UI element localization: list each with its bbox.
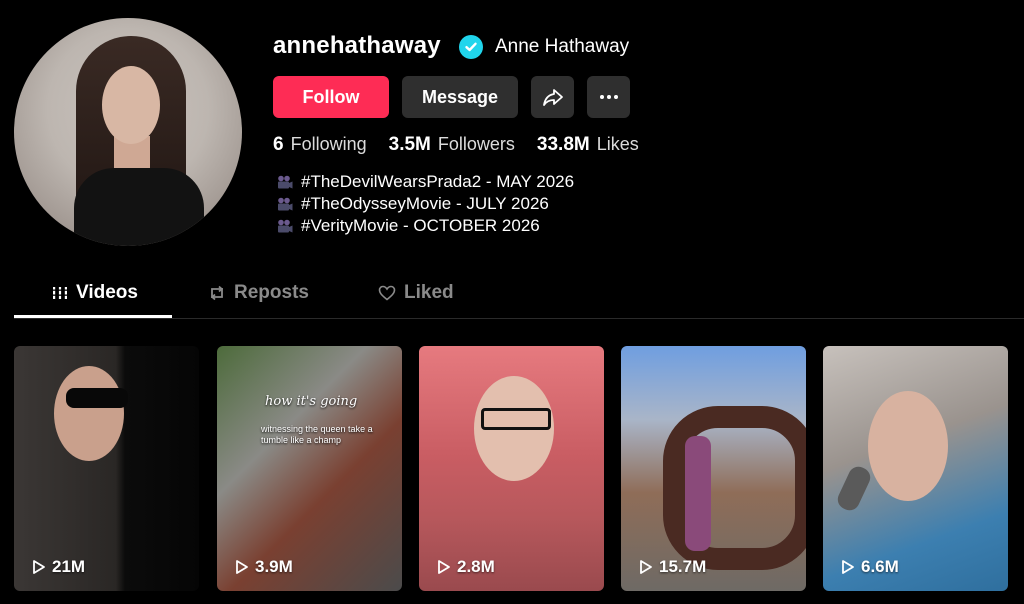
active-tab-indicator: [14, 315, 172, 318]
following-label: Following: [290, 134, 367, 154]
video-card[interactable]: 21M: [14, 346, 199, 591]
video-card[interactable]: how it's going witnessing the queen take…: [217, 346, 402, 591]
play-icon: [842, 560, 854, 574]
bio: #TheDevilWearsPrada2 - MAY 2026 #TheOdys…: [277, 171, 574, 237]
tab-videos[interactable]: Videos: [52, 282, 138, 304]
username: annehathaway: [273, 32, 441, 59]
play-icon: [640, 560, 652, 574]
view-count-text: 3.9M: [255, 557, 293, 576]
message-button[interactable]: Message: [402, 76, 518, 118]
movie-camera-icon: [278, 197, 293, 211]
thumbnail-figure: [685, 436, 711, 551]
more-button[interactable]: [587, 76, 630, 118]
play-icon: [236, 560, 248, 574]
movie-camera-icon: [278, 219, 293, 233]
thumbnail-figure: [54, 366, 124, 461]
avatar-face: [102, 66, 160, 144]
likes-count: 33.8M: [536, 134, 590, 155]
movie-camera-icon: [278, 175, 293, 189]
view-count: 15.7M: [639, 557, 706, 577]
view-count: 21M: [32, 557, 85, 577]
video-overlay-title: how it's going: [265, 394, 358, 409]
play-icon: [438, 560, 450, 574]
tab-label: Liked: [404, 282, 454, 303]
play-icon: [33, 560, 45, 574]
bio-text[interactable]: #TheOdysseyMovie - JULY 2026: [301, 193, 549, 215]
bio-line: #VerityMovie - OCTOBER 2026: [277, 215, 574, 237]
profile-tabs: Videos Reposts Liked: [14, 276, 1024, 319]
view-count: 3.9M: [235, 557, 293, 577]
view-count-text: 15.7M: [659, 557, 707, 576]
view-count: 2.8M: [437, 557, 495, 577]
tab-liked[interactable]: Liked: [378, 282, 454, 304]
microphone-shape: [834, 463, 874, 514]
video-card[interactable]: 15.7M: [621, 346, 806, 591]
likes-label: Likes: [596, 134, 639, 154]
view-count-text: 6.6M: [861, 557, 899, 576]
avatar-body: [74, 168, 204, 246]
tab-label: Videos: [76, 282, 138, 303]
verified-badge-icon: [459, 35, 483, 59]
video-card[interactable]: 2.8M: [419, 346, 604, 591]
bio-line: #TheOdysseyMovie - JULY 2026: [277, 193, 574, 215]
glasses-shape: [481, 408, 551, 430]
profile-stats: 6 Following 3.5M Followers 33.8M Likes: [273, 134, 661, 156]
following-count: 6: [273, 134, 284, 155]
following-stat[interactable]: 6 Following: [273, 134, 367, 156]
sunglasses-shape: [66, 388, 128, 408]
video-overlay-caption: witnessing the queen take a tumble like …: [261, 424, 373, 445]
share-button[interactable]: [531, 76, 574, 118]
followers-count: 3.5M: [388, 134, 431, 155]
repost-icon: [210, 285, 224, 301]
bio-line: #TheDevilWearsPrada2 - MAY 2026: [277, 171, 574, 193]
tab-reposts[interactable]: Reposts: [208, 282, 309, 304]
follow-button[interactable]: Follow: [273, 76, 389, 118]
grid-icon: [52, 287, 68, 299]
profile-avatar[interactable]: [14, 18, 242, 246]
display-name: Anne Hathaway: [495, 36, 630, 57]
followers-stat[interactable]: 3.5M Followers: [389, 134, 515, 156]
tab-label: Reposts: [234, 282, 309, 303]
thumbnail-figure: [868, 391, 948, 501]
followers-label: Followers: [437, 134, 515, 154]
bio-text[interactable]: #TheDevilWearsPrada2 - MAY 2026: [301, 171, 574, 193]
share-icon: [542, 89, 563, 106]
view-count-text: 2.8M: [457, 557, 495, 576]
likes-stat: 33.8M Likes: [537, 134, 639, 156]
more-icon: [599, 95, 618, 99]
view-count: 6.6M: [841, 557, 899, 577]
video-card[interactable]: 6.6M: [823, 346, 1008, 591]
bio-text[interactable]: #VerityMovie - OCTOBER 2026: [301, 215, 540, 237]
heart-icon: [378, 285, 396, 301]
view-count-text: 21M: [52, 557, 86, 576]
